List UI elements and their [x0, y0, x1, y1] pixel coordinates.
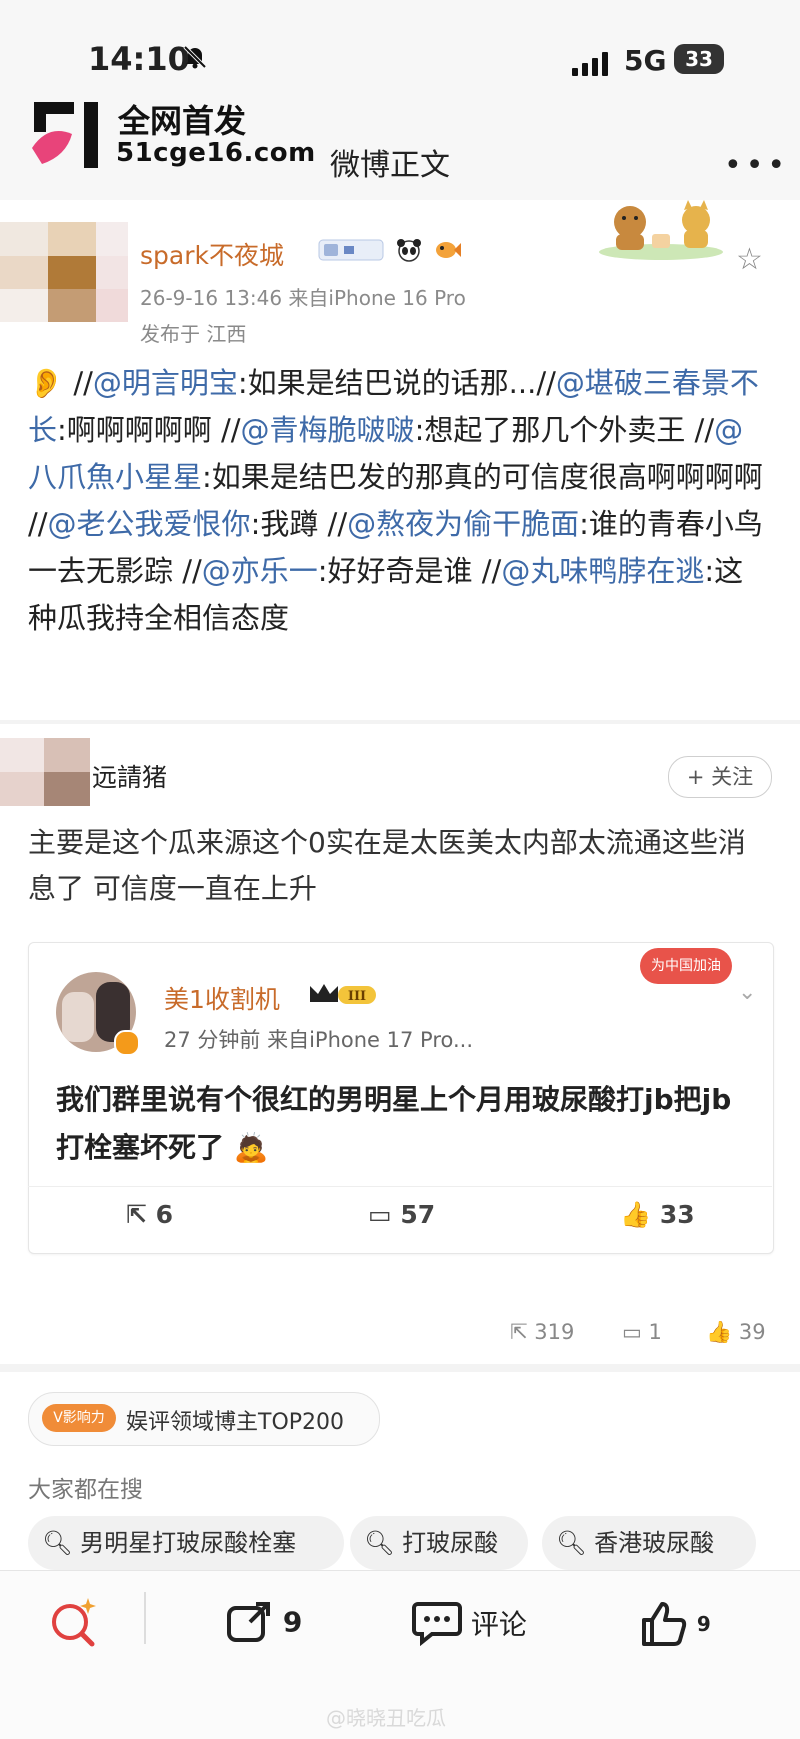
comment-like-button[interactable]: 👍 39 — [706, 1320, 766, 1345]
page-title: 微博正文 — [330, 148, 450, 183]
repost-icon — [227, 1602, 270, 1642]
hot-search-item[interactable]: 🔍︎ 打玻尿酸 — [350, 1516, 528, 1570]
avatar[interactable] — [0, 222, 128, 322]
chevron-down-icon[interactable]: ⌄ — [738, 980, 756, 1005]
mention-link[interactable]: @青梅脆啵啵 — [241, 413, 415, 447]
repost-tab-button[interactable]: 9 — [226, 1600, 302, 1644]
post-text-segment: 👂 // — [28, 366, 93, 400]
search-icon: 🔍︎ — [556, 1529, 587, 1557]
hot-search-label: 男明星打玻尿酸栓塞 — [80, 1529, 297, 1557]
comment-repost-button[interactable]: ⇱ 319 — [510, 1320, 574, 1344]
comment-reply-button[interactable]: ▭ 1 — [622, 1320, 662, 1344]
quoted-tag-badge: 为中国加油 — [640, 948, 732, 984]
post-text-segment: :好好奇是谁 // — [317, 554, 502, 588]
logo-text-domain: 51cge16.com — [116, 138, 316, 168]
like-count: 9 — [696, 1612, 711, 1636]
mute-bell-icon — [183, 45, 207, 69]
hot-search-title: 大家都在搜 — [28, 1477, 143, 1503]
like-icon: 👍 — [706, 1320, 733, 1344]
quoted-text: 我们群里说有个很红的男明星上个月用玻尿酸打jb把jb打栓塞坏死了 🙇 — [56, 1083, 732, 1164]
post-meta-location: 发布于 江西 — [140, 322, 247, 346]
quoted-repost-count: 6 — [155, 1200, 174, 1229]
comment-repost-count: 319 — [534, 1320, 575, 1344]
verified-badge-icon — [114, 1030, 140, 1056]
post-meta-time: 26-9-16 13:46 来自iPhone 16 Pro — [140, 286, 466, 310]
quoted-meta: 27 分钟前 来自iPhone 17 Pro... — [164, 1028, 474, 1052]
like-icon — [642, 1602, 687, 1646]
quoted-like-count: 33 — [659, 1200, 695, 1229]
quoted-comment-count: 57 — [400, 1200, 436, 1229]
mention-link[interactable]: @老公我爱恨你 — [48, 507, 251, 541]
site-logo-icon — [32, 102, 98, 168]
comment-text: 主要是这个瓜来源这个0实在是太医美太内部太流通这些消息了 可信度一直在上升 — [28, 826, 746, 905]
signal-icon — [572, 52, 612, 76]
like-tab-button[interactable]: 9 — [640, 1600, 711, 1648]
comment-icon: ▭ — [622, 1320, 642, 1344]
mention-link[interactable]: @亦乐一 — [202, 554, 318, 588]
post-text-segment: :如果是结巴说的话那...// — [237, 366, 556, 400]
battery-icon: 33 — [674, 44, 724, 74]
influence-text: 娱评领域博主TOP200 — [126, 1410, 345, 1435]
vip-card-icon — [318, 239, 384, 261]
hot-search-item[interactable]: 🔍︎ 香港玻尿酸 — [542, 1516, 756, 1570]
crown-level-text: III — [348, 989, 366, 1004]
network-type: 5G — [624, 44, 667, 77]
comment-author-name[interactable]: 远請猪 — [92, 758, 167, 794]
comment-avatar[interactable] — [0, 738, 90, 806]
like-icon: 👍 — [620, 1200, 652, 1229]
status-time: 14:10 — [88, 40, 190, 78]
sparkle-search-icon[interactable] — [46, 1594, 102, 1650]
follow-button[interactable]: + 关注 — [668, 756, 772, 798]
repost-icon: ⇱ — [126, 1200, 147, 1229]
comment-tab-button[interactable]: 评论 — [412, 1600, 527, 1647]
mention-link[interactable]: @明言明宝 — [93, 366, 238, 400]
image-watermark: @晓晓丑吃瓜 — [326, 1706, 446, 1730]
comment-reply-count: 1 — [648, 1320, 662, 1344]
crown-level-icon: III — [310, 984, 376, 1004]
search-icon: 🔍︎ — [364, 1529, 395, 1557]
hot-search-label: 香港玻尿酸 — [594, 1529, 715, 1557]
panda-icon — [397, 239, 422, 262]
quoted-repost-button[interactable]: ⇱ 6 — [126, 1200, 173, 1229]
influence-badge: V影响力 — [42, 1404, 116, 1432]
mention-link[interactable]: @熬夜为偷干脆面 — [347, 507, 579, 541]
mention-link[interactable]: @丸味鸭脖在逃 — [501, 554, 704, 588]
logo-text-main: 全网首发 — [118, 102, 247, 140]
post-author-name[interactable]: spark不夜城 — [140, 236, 284, 272]
decoration-sticker-icon — [599, 200, 723, 260]
tab-divider — [144, 1592, 146, 1644]
comment-icon — [412, 1602, 462, 1647]
favorite-star-icon[interactable]: ☆ — [736, 242, 763, 277]
more-button[interactable]: ••• — [724, 148, 789, 183]
quoted-comment-button[interactable]: ▭ 57 — [368, 1200, 435, 1229]
hot-search-label: 打玻尿酸 — [402, 1529, 499, 1557]
comment-label: 评论 — [470, 1608, 527, 1641]
fish-icon — [436, 242, 462, 258]
post-text-segment: :啊啊啊啊啊 // — [57, 413, 241, 447]
post-text-segment: :想起了那几个外卖王 // — [414, 413, 715, 447]
repost-icon: ⇱ — [510, 1320, 528, 1344]
quoted-like-button[interactable]: 👍 33 — [620, 1200, 695, 1230]
comment-icon: ▭ — [368, 1200, 392, 1229]
search-icon: 🔍︎ — [42, 1529, 73, 1557]
hot-search-item[interactable]: 🔍︎ 男明星打玻尿酸栓塞 — [28, 1516, 344, 1570]
quoted-author-name[interactable]: 美1收割机 — [164, 980, 280, 1016]
post-body: 👂 //@明言明宝:如果是结巴说的话那...//@堪破三春景不长:啊啊啊啊啊 /… — [28, 360, 768, 642]
post-text-segment: :我蹲 // — [250, 507, 348, 541]
comment-like-count: 39 — [738, 1320, 766, 1344]
repost-count: 9 — [282, 1605, 303, 1639]
user-badges — [318, 238, 468, 262]
